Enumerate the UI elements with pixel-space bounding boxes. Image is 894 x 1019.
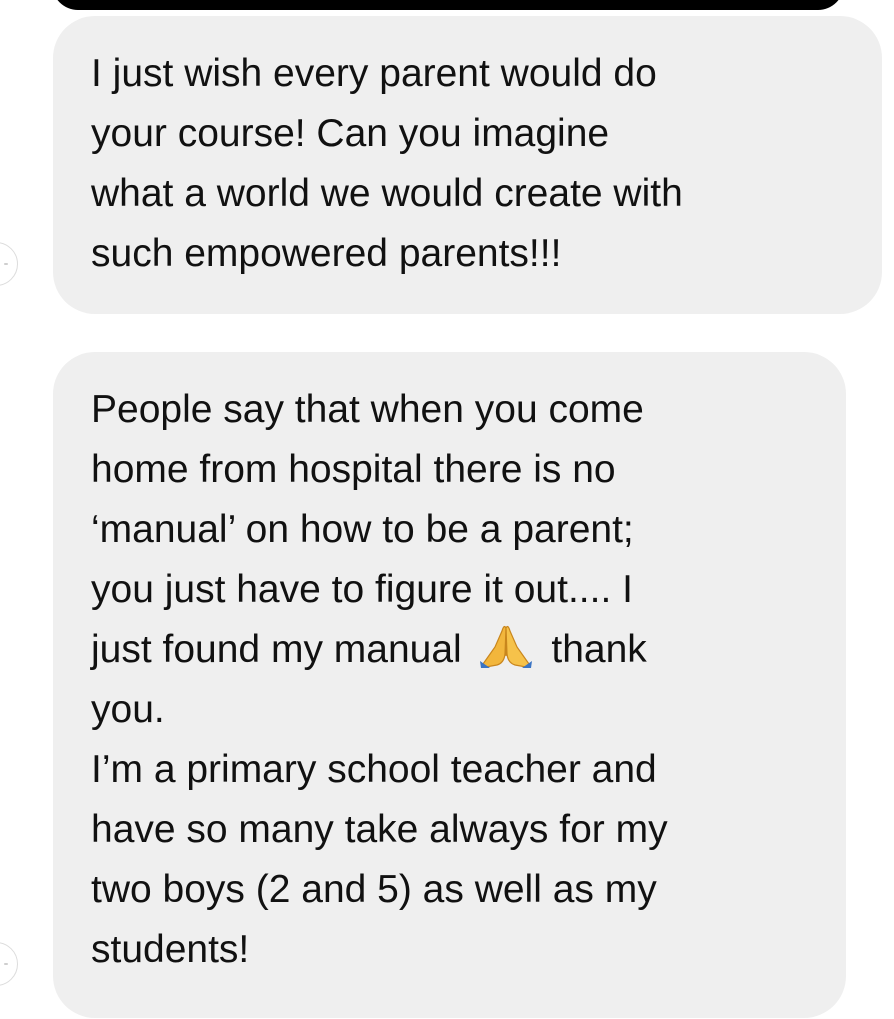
message-bubble[interactable]: People say that when you come home from … bbox=[53, 352, 846, 1018]
message-line: students! bbox=[91, 928, 250, 971]
message-line: have so many take always for my bbox=[91, 808, 668, 851]
message-line: ‘manual’ on how to be a parent; bbox=[91, 508, 634, 551]
folded-hands-emoji-icon bbox=[477, 620, 535, 686]
message-line: you just have to figure it out.... I bbox=[91, 568, 633, 611]
previous-message-bubble-edge bbox=[52, 0, 844, 10]
message-line: two boys (2 and 5) as well as my bbox=[91, 868, 657, 911]
message-line: such empowered parents!!! bbox=[91, 232, 562, 275]
message-line: just found my manual thank bbox=[91, 620, 826, 680]
avatar-mark bbox=[4, 963, 8, 965]
message-line: what a world we would create with bbox=[91, 172, 683, 215]
message-text: just found my manual bbox=[91, 628, 462, 671]
message-line: home from hospital there is no bbox=[91, 448, 616, 491]
sender-avatar[interactable] bbox=[0, 942, 18, 986]
sender-avatar[interactable] bbox=[0, 242, 18, 286]
message-line: your course! Can you imagine bbox=[91, 112, 610, 155]
message-line: I’m a primary school teacher and bbox=[91, 748, 657, 791]
message-line: People say that when you come bbox=[91, 388, 644, 431]
message-line: you. bbox=[91, 688, 165, 731]
message-line: I just wish every parent would do bbox=[91, 52, 657, 95]
message-bubble[interactable]: I just wish every parent would do your c… bbox=[53, 16, 882, 314]
message-text: thank bbox=[551, 628, 647, 671]
avatar-mark bbox=[4, 263, 8, 265]
